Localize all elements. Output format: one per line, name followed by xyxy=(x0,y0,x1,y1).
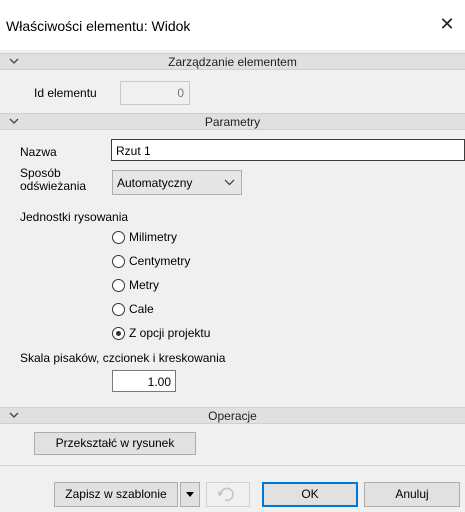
units-label: Jednostki rysowania xyxy=(20,210,129,224)
scale-field[interactable]: 1.00 xyxy=(112,370,176,392)
footer-divider xyxy=(0,465,465,466)
refresh-label-line2: odświeżania xyxy=(20,179,87,193)
scale-label: Skala pisaków, czcionek i kreskowania xyxy=(20,351,226,365)
title-bar: Właściwości elementu: Widok ✕ xyxy=(0,0,465,50)
element-id-label: Id elementu xyxy=(34,86,97,100)
save-template-button[interactable]: Zapisz w szablonie xyxy=(54,482,178,507)
name-value: Rzut 1 xyxy=(116,144,151,158)
cancel-button[interactable]: Anuluj xyxy=(364,482,460,507)
radio-circle[interactable] xyxy=(112,327,125,340)
convert-to-drawing-button[interactable]: Przekształć w rysunek xyxy=(34,432,196,455)
save-template-dropdown-button[interactable] xyxy=(180,482,200,507)
window-title: Właściwości elementu: Widok xyxy=(6,18,191,34)
undo-button xyxy=(206,482,250,507)
chevron-down-icon xyxy=(224,174,235,193)
section-operations-header[interactable]: Operacje xyxy=(0,407,465,424)
radio-selected-dot xyxy=(116,331,121,336)
radio-circle[interactable] xyxy=(112,255,125,268)
dropdown-arrow-icon xyxy=(181,492,199,509)
radio-circle[interactable] xyxy=(112,231,125,244)
section-title: Zarządzanie elementem xyxy=(168,55,297,69)
radio-label: Milimetry xyxy=(129,230,177,244)
section-title: Operacje xyxy=(208,409,257,423)
section-parameters-header[interactable]: Parametry xyxy=(0,113,465,130)
element-id-field: 0 xyxy=(120,81,190,105)
undo-icon xyxy=(207,487,249,509)
radio-circle[interactable] xyxy=(112,279,125,292)
radio-label: Centymetry xyxy=(129,254,191,268)
refresh-mode-value: Automatyczny xyxy=(117,176,193,190)
scale-value: 1.00 xyxy=(147,375,171,389)
ok-button[interactable]: OK xyxy=(262,482,358,507)
section-title: Parametry xyxy=(204,115,261,129)
refresh-mode-select[interactable]: Automatyczny xyxy=(112,170,242,195)
radio-label: Cale xyxy=(129,302,154,316)
refresh-label-line1: Sposób xyxy=(20,166,61,180)
name-field[interactable]: Rzut 1 xyxy=(111,139,465,161)
name-label: Nazwa xyxy=(20,145,57,159)
element-id-value: 0 xyxy=(177,86,184,100)
section-management-header[interactable]: Zarządzanie elementem xyxy=(0,53,465,70)
close-icon[interactable]: ✕ xyxy=(437,14,457,34)
radio-label: Z opcji projektu xyxy=(129,326,211,340)
radio-label: Metry xyxy=(129,278,159,292)
radio-circle[interactable] xyxy=(112,303,125,316)
